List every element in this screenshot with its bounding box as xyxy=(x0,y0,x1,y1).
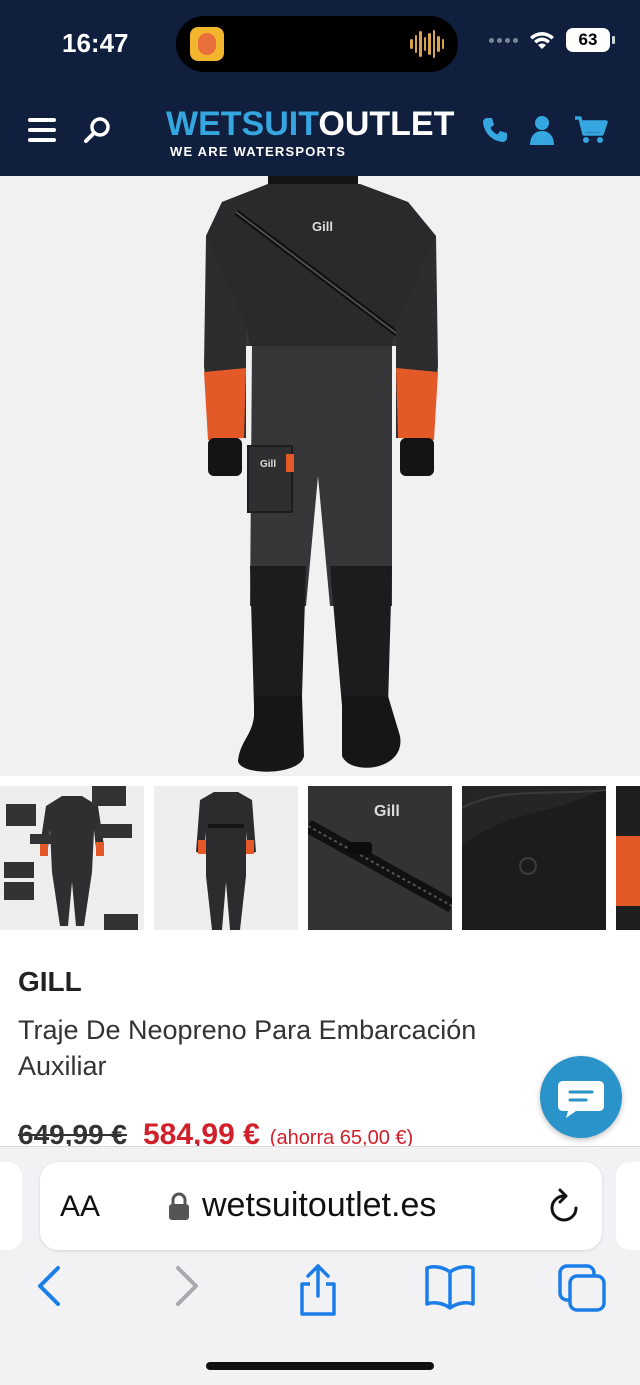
thumbnail-shoulder-detail[interactable] xyxy=(462,786,606,930)
chat-bubble-icon xyxy=(558,1081,604,1118)
status-indicators: 63 xyxy=(489,28,615,52)
svg-text:Gill: Gill xyxy=(374,803,400,820)
logo-tagline: WE ARE WATERSPORTS xyxy=(170,144,347,159)
search-icon[interactable] xyxy=(82,116,112,146)
previous-tab-peek[interactable] xyxy=(0,1162,22,1250)
phone-icon[interactable] xyxy=(480,115,510,145)
clock: 16:47 xyxy=(62,28,129,58)
product-thumbnails: Gill xyxy=(0,786,640,930)
product-brand[interactable]: GILL xyxy=(18,966,82,998)
home-indicator[interactable] xyxy=(206,1362,434,1370)
product-main-image[interactable]: Gill Gill xyxy=(0,176,640,776)
bookmarks-icon[interactable] xyxy=(424,1262,476,1312)
share-icon[interactable] xyxy=(296,1262,340,1318)
status-bar: 16:47 63 xyxy=(0,0,640,88)
logo-text-wetsuit: WETSUIT xyxy=(166,105,319,143)
chat-button[interactable] xyxy=(540,1056,622,1138)
battery-indicator: 63 xyxy=(566,28,615,52)
thumbnail-front-diagram[interactable] xyxy=(0,786,144,930)
tabs-icon[interactable] xyxy=(556,1262,608,1314)
audio-waveform-icon xyxy=(410,30,444,58)
lock-icon xyxy=(169,1192,189,1220)
back-icon[interactable] xyxy=(34,1262,64,1312)
svg-text:Gill: Gill xyxy=(312,219,333,234)
next-tab-peek[interactable] xyxy=(616,1162,640,1250)
browser-navigation xyxy=(0,1262,640,1326)
url-text: wetsuitoutlet.es xyxy=(202,1186,437,1224)
live-activity-app-icon xyxy=(190,27,224,61)
thumbnail-sleeve-detail[interactable] xyxy=(616,786,640,930)
user-icon[interactable] xyxy=(528,114,556,146)
reload-icon[interactable] xyxy=(546,1186,582,1226)
product-title: Traje De Neopreno Para Embarcación Auxil… xyxy=(18,1015,477,1081)
thumbnail-back-view[interactable] xyxy=(154,786,298,930)
menu-icon[interactable] xyxy=(28,118,56,144)
logo-text-outlet: OUTLET xyxy=(318,105,455,143)
drysuit-illustration: Gill Gill xyxy=(204,176,438,772)
signal-icon xyxy=(489,37,518,43)
header-actions xyxy=(480,114,608,146)
cart-icon[interactable] xyxy=(574,115,608,145)
dynamic-island[interactable] xyxy=(176,16,458,72)
svg-text:Gill: Gill xyxy=(260,459,276,470)
address-bar[interactable]: AA wetsuitoutlet.es xyxy=(40,1162,602,1250)
url-display[interactable]: wetsuitoutlet.es xyxy=(168,1186,436,1225)
wifi-icon xyxy=(530,32,554,49)
forward-icon[interactable] xyxy=(172,1262,202,1312)
text-size-button[interactable]: AA xyxy=(60,1190,100,1224)
thumbnail-zipper-detail[interactable]: Gill xyxy=(308,786,452,930)
site-logo[interactable]: WETSUITOUTLET WE ARE WATERSPORTS xyxy=(166,105,454,162)
